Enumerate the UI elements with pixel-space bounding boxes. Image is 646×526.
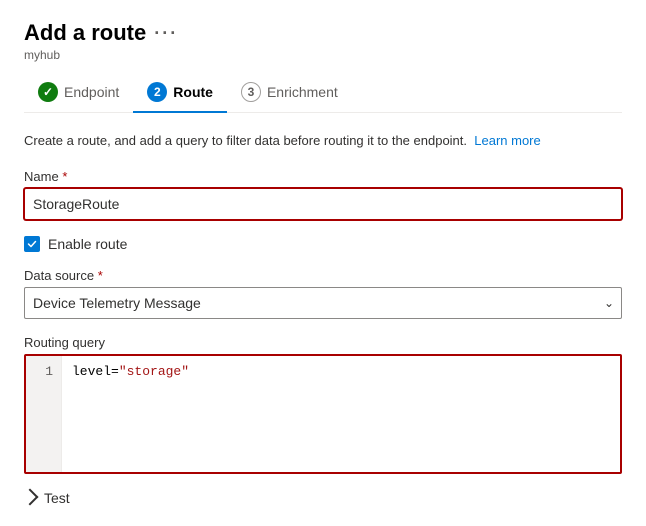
enable-route-row[interactable]: Enable route [24,236,622,252]
step-route-circle: 2 [147,82,167,102]
step-endpoint-label: Endpoint [64,84,119,100]
learn-more-link[interactable]: Learn more [474,133,540,148]
routing-query-editor[interactable]: 1 level="storage" [24,354,622,474]
data-source-select[interactable]: Device Telemetry Message Device Lifecycl… [24,287,622,319]
data-source-wrapper: Device Telemetry Message Device Lifecycl… [24,287,622,319]
routing-query-field-group: Routing query 1 level="storage" [24,335,622,474]
step-endpoint[interactable]: ✓ Endpoint [24,74,133,112]
description-text: Create a route, and add a query to filte… [24,131,622,151]
title-menu-icon[interactable]: ··· [154,23,178,44]
code-content[interactable]: level="storage" [62,356,620,472]
data-source-label: Data source * [24,268,622,283]
page-title: Add a route ··· [24,20,178,46]
name-input[interactable] [24,188,622,220]
test-label: Test [44,490,70,506]
enable-route-label: Enable route [48,236,127,252]
step-enrichment[interactable]: 3 Enrichment [227,74,352,112]
routing-query-label: Routing query [24,335,622,350]
step-route-label: Route [173,84,213,100]
step-enrichment-circle: 3 [241,82,261,102]
test-chevron-icon [22,488,39,505]
step-endpoint-circle: ✓ [38,82,58,102]
line-numbers: 1 [26,356,62,472]
data-source-field-group: Data source * Device Telemetry Message D… [24,268,622,319]
step-enrichment-label: Enrichment [267,84,338,100]
test-section[interactable]: Test [24,490,622,506]
hub-name: myhub [24,48,622,62]
name-label: Name * [24,169,622,184]
enable-route-checkbox[interactable] [24,236,40,252]
steps-bar: ✓ Endpoint 2 Route 3 Enrichment [24,74,622,113]
name-field-group: Name * [24,169,622,220]
step-route[interactable]: 2 Route [133,74,227,112]
